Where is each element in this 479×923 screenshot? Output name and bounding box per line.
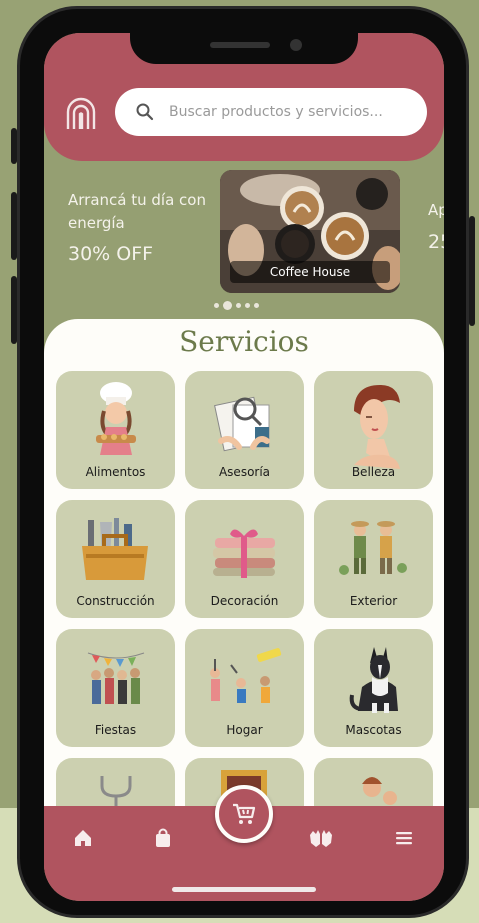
home-indicator (172, 887, 316, 892)
service-label: Belleza (351, 465, 396, 479)
home-icon[interactable] (72, 827, 94, 849)
service-label: Construcción (76, 594, 155, 608)
power-button (469, 216, 475, 326)
service-label: Alimentos (85, 465, 146, 479)
service-tile-decoracion[interactable]: Decoración (185, 500, 304, 618)
service-label: Decoración (210, 594, 279, 608)
promo-title: Arrancá tu día con energía (68, 191, 206, 232)
front-camera (290, 39, 302, 51)
carousel-dot[interactable] (214, 303, 219, 308)
promo-card-label: Coffee House (230, 261, 390, 283)
cart-icon (233, 803, 256, 824)
search-icon (136, 103, 154, 121)
carousel-indicator (214, 301, 259, 310)
menu-icon[interactable] (393, 827, 415, 849)
volume-up-button (11, 192, 17, 260)
search-input[interactable] (169, 104, 399, 120)
service-label: Asesoría (218, 465, 271, 479)
carousel-dot[interactable] (236, 303, 241, 308)
service-tile-alimentos[interactable]: Alimentos (56, 371, 175, 489)
hands-icon[interactable] (308, 827, 334, 849)
app-screen: Arrancá tu día con energía 30% OFF Coffe… (44, 33, 444, 901)
service-label: Hogar (226, 723, 263, 737)
service-label: Fiestas (94, 723, 137, 737)
service-tile-fiestas[interactable]: Fiestas (56, 629, 175, 747)
service-label: Exterior (349, 594, 398, 608)
promo-image-card[interactable]: Coffee House (220, 170, 400, 293)
phone-notch (130, 26, 358, 64)
mute-switch (11, 128, 17, 164)
volume-down-button (11, 276, 17, 344)
services-title: Servicios (179, 325, 309, 358)
service-tile-hogar[interactable]: Hogar (185, 629, 304, 747)
service-tile-construccion[interactable]: Construcción (56, 500, 175, 618)
service-tile-mascotas[interactable]: Mascotas (314, 629, 433, 747)
cart-button[interactable] (215, 785, 273, 843)
services-panel: Servicios Alimentos Asesoría Belleza Con… (44, 319, 444, 876)
shopping-bag-icon[interactable] (152, 827, 174, 849)
search-bar[interactable] (115, 88, 427, 136)
carousel-dot[interactable] (254, 303, 259, 308)
service-tile-exterior[interactable]: Exterior (314, 500, 433, 618)
carousel-dot[interactable] (245, 303, 250, 308)
service-tile-asesoria[interactable]: Asesoría (185, 371, 304, 489)
promo-slide[interactable]: Arrancá tu día con energía 30% OFF (68, 189, 218, 265)
carousel-dot-active[interactable] (223, 301, 232, 310)
app-logo-icon (66, 97, 96, 129)
promo-discount: 30% OFF (68, 243, 154, 265)
service-label: Mascotas (345, 723, 402, 737)
next-promo-title-peek: Ap (428, 201, 444, 219)
next-promo-discount-peek: 25 (428, 231, 444, 253)
service-tile-belleza[interactable]: Belleza (314, 371, 433, 489)
speaker-grille (210, 42, 270, 48)
